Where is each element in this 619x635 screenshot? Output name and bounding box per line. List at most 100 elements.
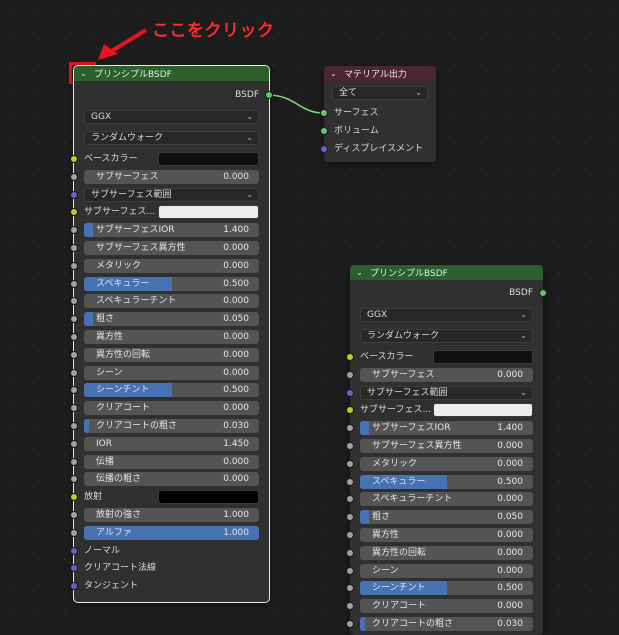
input-socket[interactable]	[346, 495, 354, 504]
input-socket[interactable]	[346, 477, 354, 486]
input-socket[interactable]	[70, 208, 78, 217]
input-socket[interactable]	[346, 459, 354, 468]
input-socket[interactable]	[70, 404, 78, 413]
value-slider[interactable]: 異方性の回転 0.000	[84, 347, 259, 362]
input-socket[interactable]	[70, 333, 78, 341]
input-socket[interactable]	[346, 602, 354, 611]
value-slider[interactable]: 異方性 0.000	[84, 330, 259, 344]
color-swatch[interactable]	[158, 152, 259, 166]
input-socket[interactable]	[346, 620, 354, 628]
input-socket[interactable]	[70, 511, 78, 519]
input-socket[interactable]	[346, 388, 354, 397]
input-socket[interactable]	[70, 172, 78, 181]
color-swatch[interactable]	[433, 403, 533, 418]
value-slider[interactable]: スペキュラーチント 0.000	[360, 492, 533, 507]
value-slider[interactable]: 伝播 0.000	[84, 454, 259, 469]
value-slider[interactable]: メタリック 0.000	[360, 456, 533, 471]
node-header[interactable]: ⌄ プリンシプルBSDF	[350, 265, 543, 280]
distribution-dropdown[interactable]: GGX ⌄	[84, 110, 259, 124]
input-socket[interactable]	[346, 531, 354, 539]
input-socket[interactable]	[346, 406, 354, 415]
subsurface-radius-dropdown[interactable]: サブサーフェス範囲 ⌄	[360, 385, 533, 400]
collapse-chevron-icon[interactable]: ⌄	[80, 69, 94, 78]
input-socket[interactable]	[70, 226, 78, 235]
input-socket[interactable]	[70, 297, 78, 306]
value-slider[interactable]: 粗さ 0.050	[360, 510, 533, 525]
input-socket[interactable]	[70, 422, 78, 430]
slider-value: 0.000	[497, 530, 523, 540]
input-socket[interactable]	[70, 582, 78, 591]
input-socket[interactable]	[320, 127, 328, 135]
input-socket[interactable]	[70, 528, 78, 537]
distribution-dropdown[interactable]: GGX ⌄	[360, 308, 533, 322]
input-socket[interactable]	[320, 109, 328, 117]
input-socket[interactable]	[70, 386, 78, 395]
value-slider[interactable]: メタリック 0.000	[84, 258, 259, 273]
value-slider[interactable]: 伝播の粗さ 0.000	[84, 472, 259, 487]
value-slider[interactable]: サブサーフェス 0.000	[360, 367, 533, 382]
value-slider[interactable]: 粗さ 0.050	[84, 312, 259, 327]
input-socket[interactable]	[70, 261, 78, 270]
value-slider[interactable]: サブサーフェスIOR 1.400	[360, 421, 533, 436]
input-socket[interactable]	[346, 370, 354, 379]
output-socket[interactable]	[539, 289, 547, 297]
value-slider[interactable]: スペキュラー 0.500	[360, 474, 533, 489]
input-socket[interactable]	[346, 424, 354, 433]
value-slider[interactable]: クリアコート 0.000	[84, 401, 259, 416]
value-slider[interactable]: サブサーフェス異方性 0.000	[84, 241, 259, 255]
input-socket[interactable]	[346, 513, 354, 522]
collapse-chevron-icon[interactable]: ⌄	[356, 268, 370, 277]
value-slider[interactable]: スペキュラーチント 0.000	[84, 294, 259, 309]
input-socket[interactable]	[70, 564, 78, 573]
bsdf-to-surface-link[interactable]	[267, 94, 324, 114]
input-socket[interactable]	[70, 368, 78, 377]
value-slider[interactable]: サブサーフェスIOR 1.400	[84, 223, 259, 238]
subsurface-method-dropdown[interactable]: ランダムウォーク ⌄	[360, 329, 533, 343]
value-slider[interactable]: 異方性の回転 0.000	[360, 545, 533, 560]
input-socket[interactable]	[320, 145, 328, 153]
input-socket[interactable]	[70, 475, 78, 484]
color-swatch[interactable]	[158, 205, 259, 220]
value-slider[interactable]: サブサーフェス 0.000	[84, 169, 259, 184]
value-slider[interactable]: シーン 0.000	[84, 365, 259, 380]
material-output-node[interactable]: ⌄ マテリアル出力 全て ⌄ サーフェス ボリューム ディスプレイスメント	[320, 66, 436, 162]
input-socket[interactable]	[70, 279, 78, 288]
value-slider[interactable]: クリアコート 0.000	[360, 599, 533, 614]
value-slider[interactable]: シーンチント 0.500	[360, 581, 533, 596]
value-slider[interactable]: アルファ 1.000	[84, 525, 259, 540]
value-slider[interactable]: シーンチント 0.500	[84, 383, 259, 398]
node-header[interactable]: ⌄ マテリアル出力	[324, 66, 436, 81]
node-header[interactable]: ⌄ プリンシプルBSDF	[74, 66, 269, 81]
value-slider[interactable]: シーン 0.000	[360, 563, 533, 578]
input-socket[interactable]	[70, 457, 78, 466]
value-slider[interactable]: IOR 1.450	[84, 436, 259, 451]
input-socket[interactable]	[70, 244, 78, 252]
output-socket[interactable]	[265, 91, 273, 99]
input-socket[interactable]	[70, 546, 78, 555]
value-slider[interactable]: クリアコートの粗さ 0.030	[84, 419, 259, 433]
principled-bsdf-node[interactable]: ⌄ プリンシプルBSDF BSDF GGX ⌄ ランダムウォーク ⌄ ベースカラ…	[70, 65, 273, 603]
input-socket[interactable]	[346, 548, 354, 557]
subsurface-radius-dropdown[interactable]: サブサーフェス範囲 ⌄	[84, 187, 259, 202]
value-slider[interactable]: クリアコートの粗さ 0.030	[360, 617, 533, 631]
subsurface-method-dropdown[interactable]: ランダムウォーク ⌄	[84, 131, 259, 145]
input-socket[interactable]	[346, 353, 354, 361]
principled-bsdf-node-2[interactable]: ⌄ プリンシプルBSDF BSDF GGX ⌄ ランダムウォーク ⌄ ベースカラ…	[346, 265, 547, 635]
input-socket[interactable]	[70, 190, 78, 199]
value-slider[interactable]: 放射の強さ 1.000	[84, 508, 259, 522]
collapse-chevron-icon[interactable]: ⌄	[330, 69, 344, 78]
value-slider[interactable]: サブサーフェス異方性 0.000	[360, 439, 533, 453]
value-slider[interactable]: 異方性 0.000	[360, 528, 533, 542]
target-dropdown[interactable]: 全て ⌄	[332, 86, 428, 100]
value-slider[interactable]: スペキュラー 0.500	[84, 276, 259, 291]
input-socket[interactable]	[70, 315, 78, 324]
input-socket[interactable]	[346, 442, 354, 450]
color-swatch[interactable]	[158, 490, 259, 505]
input-socket[interactable]	[70, 439, 78, 448]
color-swatch[interactable]	[433, 350, 533, 364]
input-socket[interactable]	[70, 155, 78, 163]
input-socket[interactable]	[346, 566, 354, 575]
input-socket[interactable]	[346, 584, 354, 593]
input-socket[interactable]	[70, 493, 78, 502]
input-socket[interactable]	[70, 350, 78, 359]
